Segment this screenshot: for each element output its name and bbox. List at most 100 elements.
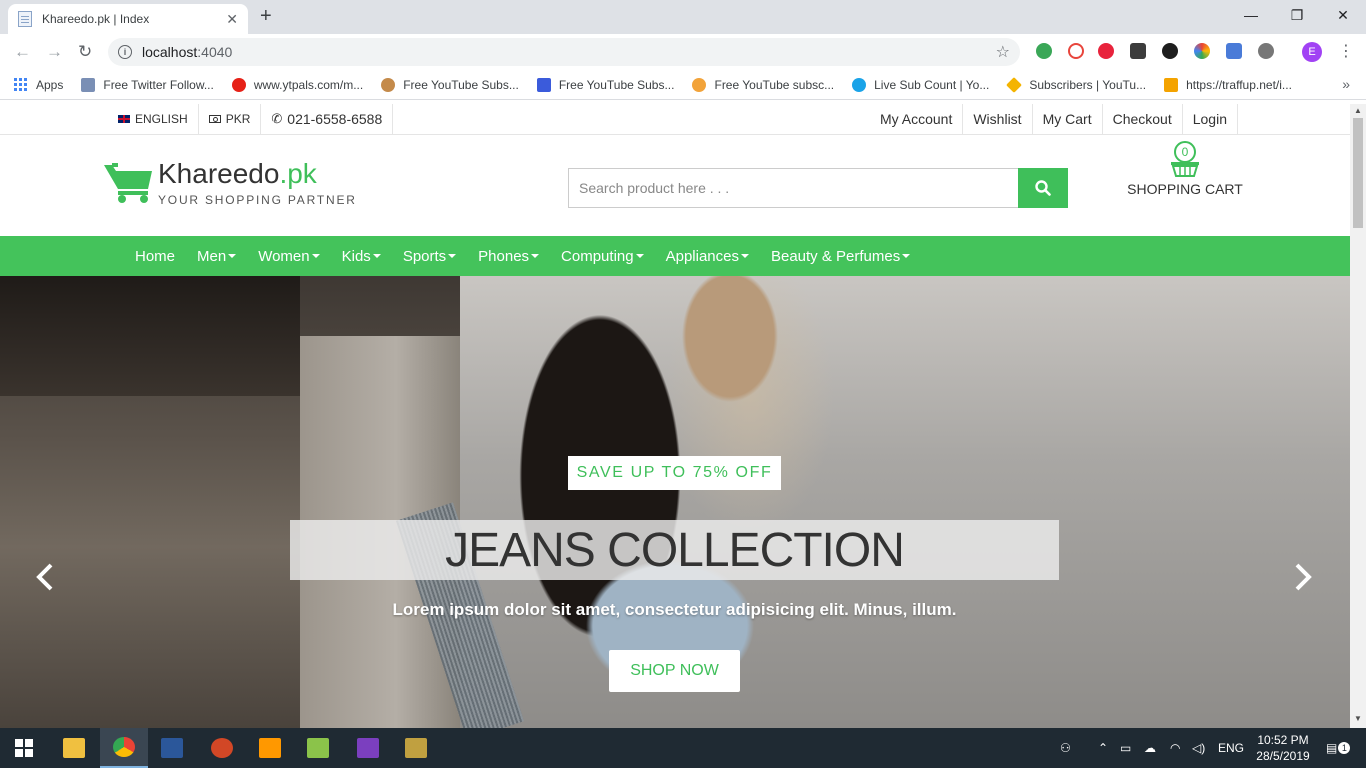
caret-down-icon xyxy=(902,254,911,258)
taskbar-visual-studio[interactable] xyxy=(344,728,392,768)
my-account-link[interactable]: My Account xyxy=(870,104,964,134)
scroll-up-icon[interactable]: ▲ xyxy=(1354,106,1362,115)
discount-badge: SAVE UP TO 75% OFF xyxy=(568,456,781,490)
nav-home[interactable]: Home xyxy=(124,248,186,265)
tab-title: Khareedo.pk | Index xyxy=(42,12,150,26)
extension-heart-icon[interactable] xyxy=(1098,43,1114,59)
bookmark-item[interactable]: https://traffup.net/i... xyxy=(1164,77,1292,92)
wifi-icon[interactable]: ◠ xyxy=(1170,728,1180,768)
browser-tab-strip: Khareedo.pk | Index ✕ + — ❐ ✕ xyxy=(0,0,1366,34)
search-button[interactable] xyxy=(1018,168,1068,208)
action-center-icon[interactable]: ▤ 1 xyxy=(1326,728,1351,768)
hero-headline: JEANS COLLECTION xyxy=(290,520,1059,580)
bookmark-item[interactable]: Free Twitter Follow... xyxy=(81,77,214,92)
battery-icon[interactable]: ▭ xyxy=(1120,728,1131,768)
basket-icon: 0 xyxy=(1170,141,1200,177)
folder-icon xyxy=(63,738,85,758)
taskbar-chrome[interactable] xyxy=(100,728,148,768)
search-input[interactable] xyxy=(568,168,1018,208)
language-selector[interactable]: ENGLISH xyxy=(108,104,199,134)
nav-beauty-perfumes[interactable]: Beauty & Perfumes xyxy=(760,248,921,265)
nav-computing[interactable]: Computing xyxy=(550,248,655,265)
extension-screen-icon[interactable] xyxy=(1226,43,1242,59)
bookmark-favicon-icon xyxy=(692,77,707,92)
tray-overflow-icon[interactable]: ⌃ xyxy=(1098,728,1108,768)
bookmark-favicon-icon xyxy=(81,77,96,92)
nav-sports[interactable]: Sports xyxy=(392,248,467,265)
minimize-button[interactable]: — xyxy=(1228,0,1274,30)
reload-icon[interactable]: ↻ xyxy=(78,42,92,62)
caret-down-icon xyxy=(311,254,320,258)
tab-close-icon[interactable]: ✕ xyxy=(226,11,238,28)
search-icon xyxy=(1035,180,1051,196)
wishlist-link[interactable]: Wishlist xyxy=(963,104,1033,134)
volume-icon[interactable]: ◁) xyxy=(1192,728,1205,768)
bookmark-item[interactable]: Subscribers | YouTu... xyxy=(1006,76,1146,93)
browser-tab[interactable]: Khareedo.pk | Index ✕ xyxy=(8,4,248,34)
web-page: ENGLISH PKR ✆ 021-6558-6588 My Account W… xyxy=(0,104,1350,728)
restore-button[interactable]: ❐ xyxy=(1274,0,1320,30)
my-cart-link[interactable]: My Cart xyxy=(1033,104,1103,134)
site-info-icon[interactable]: i xyxy=(118,45,132,59)
profile-avatar[interactable]: E xyxy=(1302,42,1322,62)
taskbar-file-explorer[interactable] xyxy=(50,728,98,768)
taskbar-powerpoint[interactable] xyxy=(198,728,246,768)
thumbs-up-icon xyxy=(536,77,551,92)
extension-gear-icon[interactable] xyxy=(1258,43,1274,59)
bookmarks-overflow-icon[interactable]: » xyxy=(1342,76,1350,92)
phone-icon: ✆ xyxy=(271,111,283,126)
close-window-button[interactable]: ✕ xyxy=(1320,0,1366,30)
input-language[interactable]: ENG xyxy=(1218,728,1244,768)
bookmark-favicon-icon xyxy=(381,77,396,92)
site-logo[interactable]: Khareedo.pk YOUR SHOPPING PARTNER xyxy=(104,159,357,207)
bookmark-star-icon[interactable]: ☆ xyxy=(996,42,1010,62)
nav-phones[interactable]: Phones xyxy=(467,248,550,265)
slider-prev-icon[interactable] xyxy=(34,562,56,598)
apps-grid-icon xyxy=(14,77,28,92)
forward-arrow-icon[interactable]: → xyxy=(46,42,63,62)
cart-count-badge: 0 xyxy=(1174,141,1196,163)
nav-women[interactable]: Women xyxy=(247,248,330,265)
people-icon[interactable]: ⚇ xyxy=(1060,728,1071,768)
slider-next-icon[interactable] xyxy=(1292,562,1314,598)
system-clock[interactable]: 10:52 PM 28/5/2019 xyxy=(1246,732,1320,764)
extension-color-icon[interactable] xyxy=(1194,43,1210,59)
taskbar-sublime[interactable] xyxy=(246,728,294,768)
back-arrow-icon[interactable]: ← xyxy=(14,42,31,62)
extension-block-icon[interactable] xyxy=(1068,43,1084,59)
nav-men[interactable]: Men xyxy=(186,248,247,265)
scroll-down-icon[interactable]: ▼ xyxy=(1354,714,1362,723)
extension-globe-icon[interactable] xyxy=(1036,43,1052,59)
shop-now-button[interactable]: SHOP NOW xyxy=(609,650,740,692)
shopping-cart-widget[interactable]: 0 SHOPPING CART xyxy=(1120,141,1250,197)
windows-logo-icon xyxy=(15,739,33,757)
bookmark-item[interactable]: Live Sub Count | Yo... xyxy=(852,77,989,92)
taskbar-word[interactable] xyxy=(148,728,196,768)
extension-tb-icon[interactable] xyxy=(1130,43,1146,59)
clock-time: 10:52 PM xyxy=(1257,733,1309,747)
new-tab-button[interactable]: + xyxy=(260,6,272,26)
caret-down-icon xyxy=(531,254,540,258)
bookmark-item[interactable]: Free YouTube subsc... xyxy=(692,77,834,92)
taskbar-tools[interactable] xyxy=(392,728,440,768)
bookmark-item[interactable]: Free YouTube Subs... xyxy=(381,77,519,92)
bookmark-apps[interactable]: Apps xyxy=(14,77,63,92)
taskbar-notepad[interactable] xyxy=(294,728,342,768)
currency-selector[interactable]: PKR xyxy=(199,104,262,134)
extension-k-icon[interactable] xyxy=(1162,43,1178,59)
nav-kids[interactable]: Kids xyxy=(331,248,392,265)
page-scrollbar[interactable]: ▲ ▼ xyxy=(1350,104,1366,728)
windows-start-button[interactable] xyxy=(0,728,48,768)
browser-menu-icon[interactable]: ⋮ xyxy=(1338,41,1354,61)
sublime-icon xyxy=(259,738,281,758)
checkout-link[interactable]: Checkout xyxy=(1103,104,1183,134)
login-link[interactable]: Login xyxy=(1183,104,1238,134)
browser-toolbar: ← → ↻ i localhost:4040 ☆ E ⋮ xyxy=(0,34,1366,70)
bookmark-item[interactable]: www.ytpals.com/m... xyxy=(231,77,363,92)
address-bar[interactable]: i localhost:4040 ☆ xyxy=(108,38,1020,66)
bookmark-item[interactable]: Free YouTube Subs... xyxy=(536,77,674,92)
onedrive-icon[interactable]: ☁ xyxy=(1144,728,1156,768)
nav-appliances[interactable]: Appliances xyxy=(655,248,760,265)
scrollbar-thumb[interactable] xyxy=(1353,118,1363,228)
hero-subtext: Lorem ipsum dolor sit amet, consectetur … xyxy=(392,600,957,619)
